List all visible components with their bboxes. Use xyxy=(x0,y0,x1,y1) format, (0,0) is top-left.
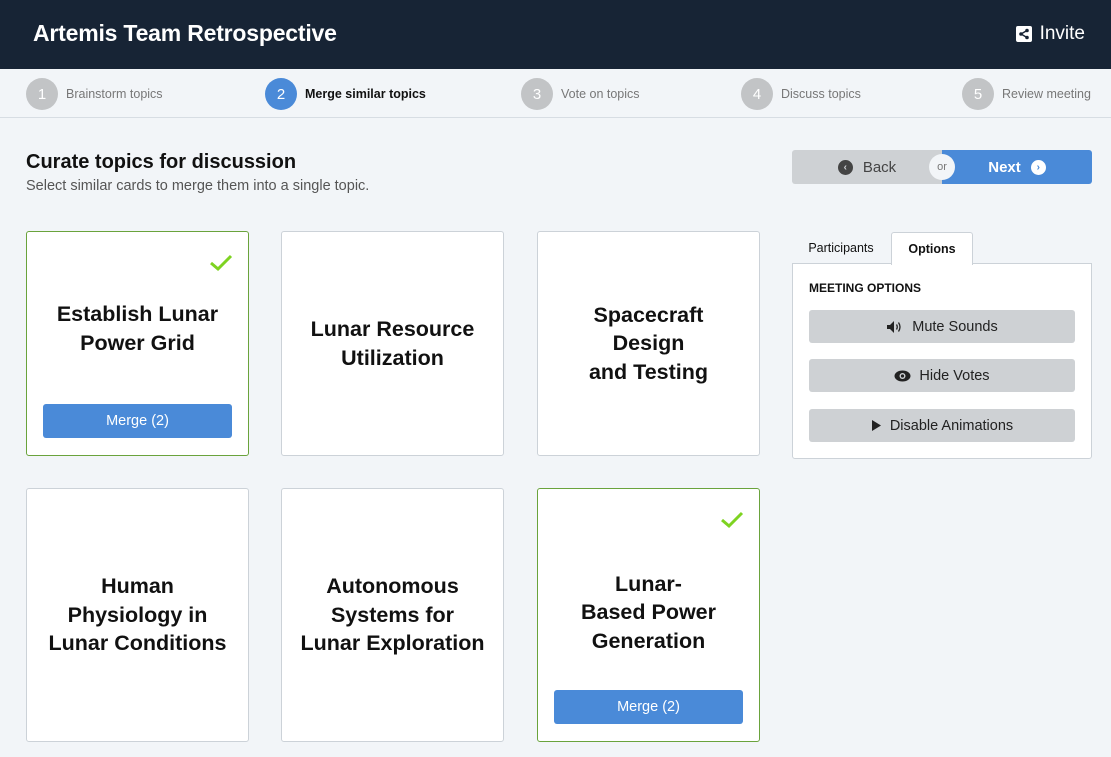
or-divider: or xyxy=(929,154,955,180)
topic-card[interactable]: Autonomous Systems for Lunar Exploration xyxy=(281,488,504,742)
topic-card[interactable]: Establish Lunar Power Grid Merge (2) xyxy=(26,231,249,456)
mute-sounds-button[interactable]: Mute Sounds xyxy=(809,310,1075,343)
topic-title: Spacecraft Design and Testing xyxy=(588,302,709,384)
top-bar: Artemis Team Retrospective Invite xyxy=(0,0,1111,69)
back-button[interactable]: ‹ Back xyxy=(792,150,942,184)
checkmark-icon xyxy=(721,511,744,529)
panel-title: MEETING OPTIONS xyxy=(809,281,922,295)
step-brainstorm-topics[interactable]: 1 Brainstorm topics xyxy=(26,78,163,110)
step-navigation: ‹ Back Next › or xyxy=(792,150,1092,184)
invite-label: Invite xyxy=(1039,23,1085,44)
disable-animations-button[interactable]: Disable Animations xyxy=(809,409,1075,442)
checkmark-icon xyxy=(210,254,233,272)
play-icon xyxy=(871,420,881,431)
meeting-options-panel: MEETING OPTIONS Mute Sounds Hide Votes D… xyxy=(792,263,1092,459)
step-number: 2 xyxy=(265,78,297,110)
topic-title: Lunar- Based Power Generation xyxy=(580,571,717,653)
tab-options[interactable]: Options xyxy=(891,232,973,265)
topic-card[interactable]: Spacecraft Design and Testing xyxy=(537,231,760,456)
page-heading: Curate topics for discussion xyxy=(26,151,297,173)
step-label: Merge similar topics xyxy=(305,87,426,101)
step-merge-similar-topics[interactable]: 2 Merge similar topics xyxy=(265,78,426,110)
topic-title: Establish Lunar Power Grid xyxy=(56,302,219,355)
topic-card[interactable]: Lunar- Based Power Generation Merge (2) xyxy=(537,488,760,742)
topic-title: Autonomous Systems for Lunar Exploration xyxy=(300,574,485,656)
tab-participants[interactable]: Participants xyxy=(792,232,890,264)
next-button[interactable]: Next › xyxy=(942,150,1092,184)
step-discuss-topics[interactable]: 4 Discuss topics xyxy=(741,78,861,110)
volume-icon xyxy=(887,320,901,333)
step-vote-on-topics[interactable]: 3 Vote on topics xyxy=(521,78,640,110)
topic-card[interactable]: Lunar Resource Utilization xyxy=(281,231,504,456)
step-review-meeting[interactable]: 5 Review meeting xyxy=(962,78,1091,110)
step-number: 1 xyxy=(26,78,58,110)
chevron-right-circle-icon: › xyxy=(1030,159,1046,175)
step-label: Review meeting xyxy=(1002,87,1091,101)
invite-button[interactable]: Invite xyxy=(1015,23,1085,45)
option-label: Mute Sounds xyxy=(912,318,998,335)
step-label: Brainstorm topics xyxy=(66,87,163,101)
option-label: Disable Animations xyxy=(889,417,1014,434)
share-icon xyxy=(1015,26,1032,42)
back-label: Back xyxy=(862,158,897,176)
eye-icon xyxy=(894,370,911,381)
step-number: 3 xyxy=(521,78,553,110)
chevron-left-circle-icon: ‹ xyxy=(837,159,853,175)
topic-title: Human Physiology in Lunar Conditions xyxy=(48,574,227,656)
topic-title: Lunar Resource Utilization xyxy=(310,317,475,370)
meeting-title: Artemis Team Retrospective xyxy=(33,20,337,46)
next-label: Next xyxy=(988,158,1021,176)
page-subheading: Select similar cards to merge them into … xyxy=(26,178,370,194)
step-number: 4 xyxy=(741,78,773,110)
step-number: 5 xyxy=(962,78,994,110)
merge-button[interactable]: Merge (2) xyxy=(43,404,232,438)
topic-card[interactable]: Human Physiology in Lunar Conditions xyxy=(26,488,249,742)
option-label: Hide Votes xyxy=(919,367,990,384)
merge-button[interactable]: Merge (2) xyxy=(554,690,743,724)
progress-steps: 1 Brainstorm topics 2 Merge similar topi… xyxy=(0,69,1111,118)
step-label: Vote on topics xyxy=(561,87,640,101)
hide-votes-button[interactable]: Hide Votes xyxy=(809,359,1075,392)
step-label: Discuss topics xyxy=(781,87,861,101)
